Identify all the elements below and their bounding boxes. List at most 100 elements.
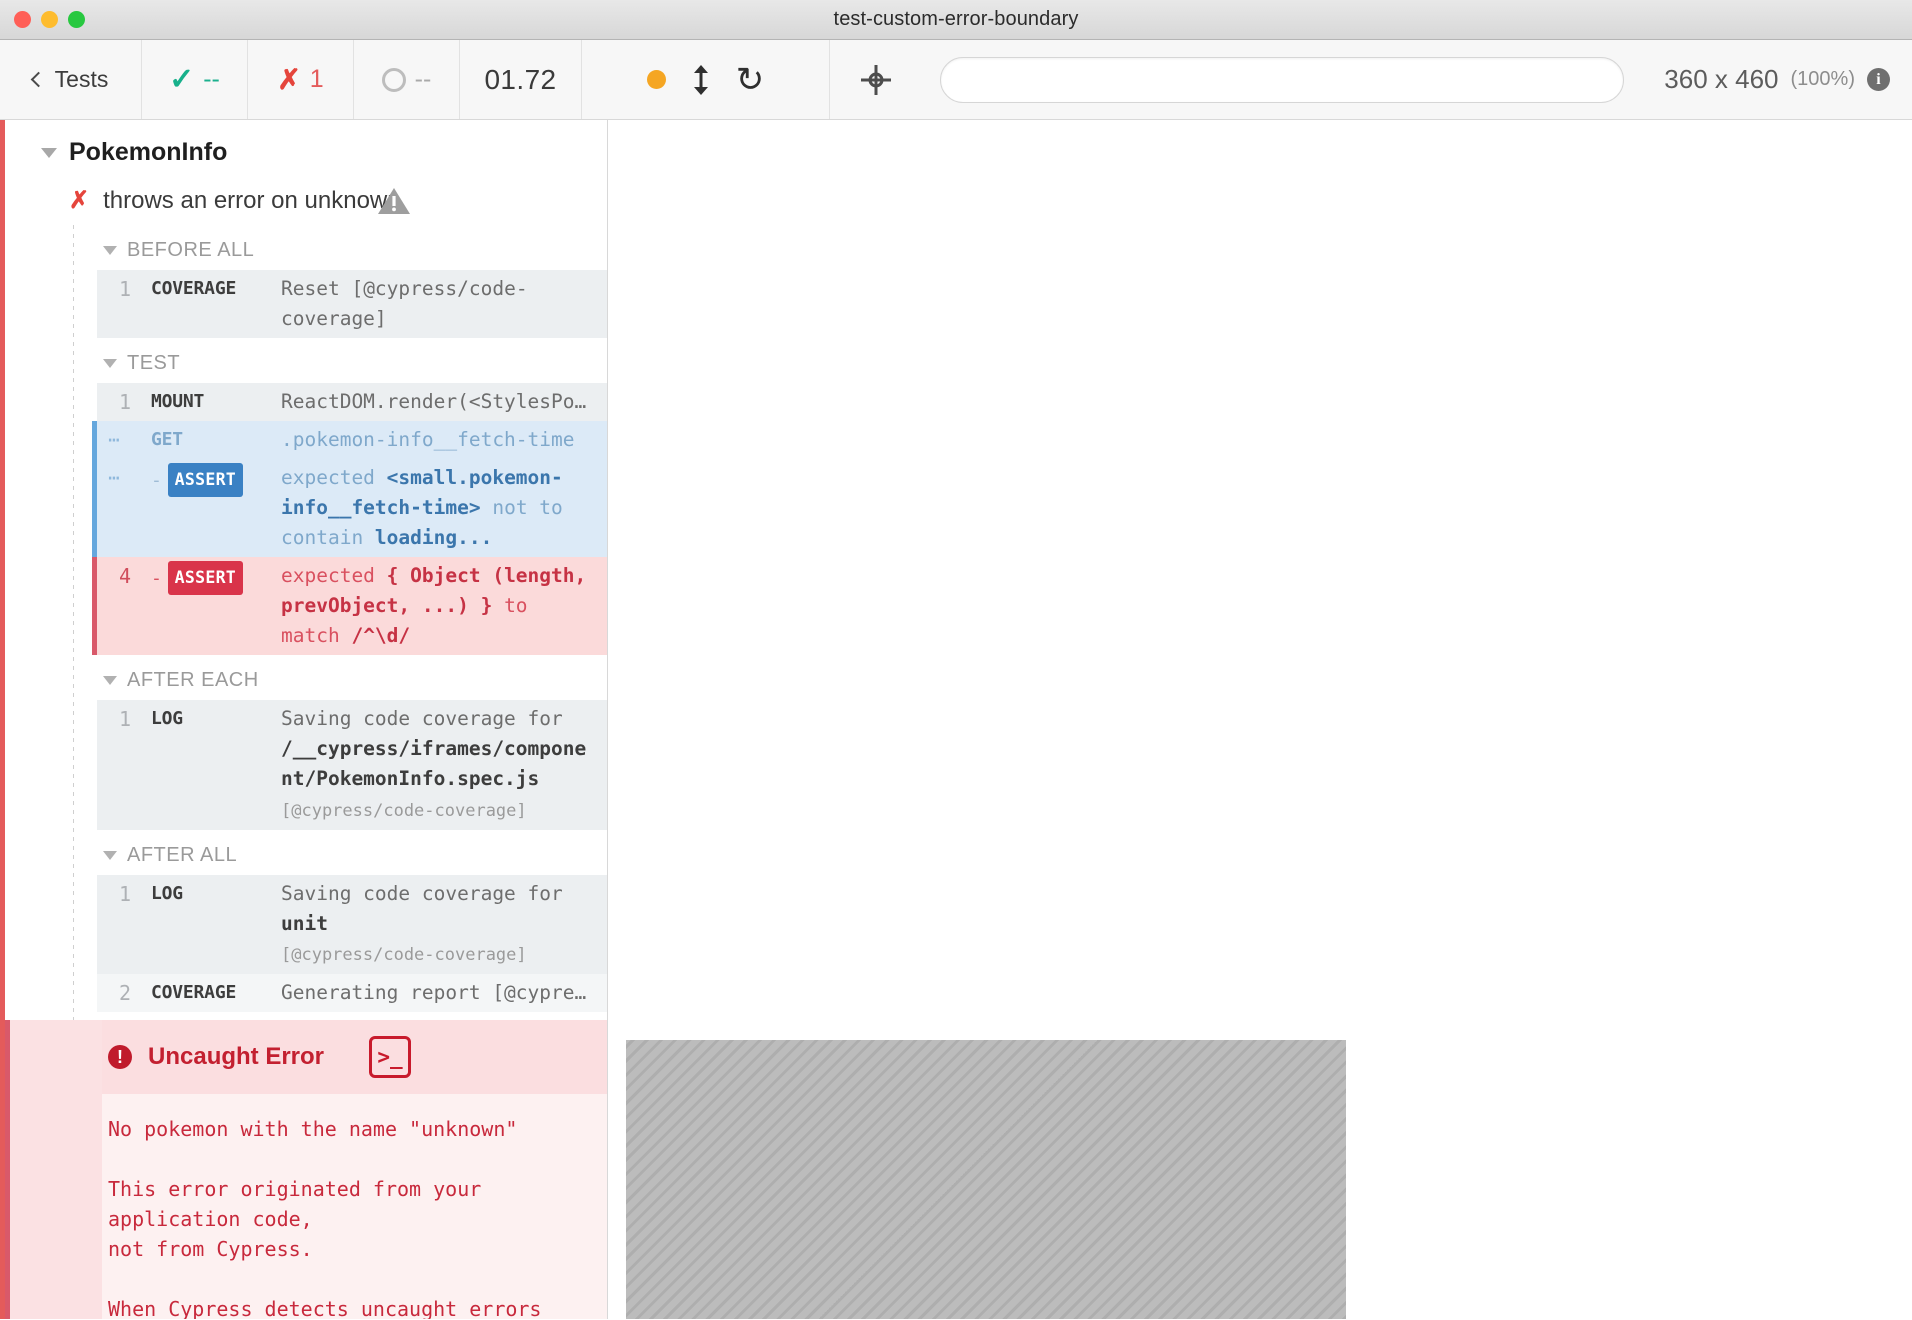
hook-test[interactable]: TEST — [97, 338, 607, 383]
error-circle-icon: ! — [108, 1045, 132, 1069]
window-title: test-custom-error-boundary — [833, 8, 1079, 30]
command-row[interactable]: 4 - ASSERT expected { Object (length, pre… — [92, 557, 607, 655]
command-message: Generating report [@cypress/code-co… — [281, 981, 607, 1004]
triangle-down-icon[interactable] — [103, 676, 117, 685]
command-message: .pokemon-info__fetch-time — [281, 428, 575, 451]
command-message-text: Reset — [281, 277, 352, 300]
test-header[interactable]: ✗ throws an error on unknown — [5, 177, 607, 225]
x-icon: ✗ — [69, 187, 90, 214]
command-method: MOUNT — [151, 391, 205, 412]
log-package: [@cypress/code-coverage] — [281, 945, 527, 965]
elapsed-timer: 01.72 — [460, 40, 582, 119]
selector-playground-button[interactable] — [830, 40, 922, 119]
log-path: /__cypress/iframes/component/PokemonInfo… — [281, 737, 587, 790]
assert-expected: loading... — [374, 526, 493, 549]
triangle-down-icon[interactable] — [103, 246, 117, 255]
nested-dash: - — [151, 470, 162, 491]
command-number: 1 — [118, 390, 131, 414]
test-reporter: PokemonInfo ✗ throws an error on unknown… — [0, 120, 607, 1319]
window-titlebar: test-custom-error-boundary — [0, 0, 1912, 40]
reporter-toolbar: Tests ✓ -- ✗ 1 -- 01.72 ↻ 360 x 460 (100… — [0, 40, 1912, 120]
triangle-down-icon[interactable] — [41, 147, 57, 158]
command-method: COVERAGE — [151, 278, 237, 299]
triangle-down-icon[interactable] — [103, 851, 117, 860]
log-text: Saving code coverage for — [281, 707, 563, 730]
triangle-down-icon[interactable] — [103, 359, 117, 368]
selector-input[interactable] — [940, 56, 1625, 103]
pending-count: -- — [414, 65, 432, 93]
command-message: Saving code coverage for unit [@cypress/… — [281, 879, 607, 970]
error-message: No pokemon with the name "unknown" This … — [102, 1094, 607, 1319]
hook-before-all[interactable]: BEFORE ALL — [97, 225, 607, 270]
back-to-tests-label: Tests — [54, 66, 109, 92]
app-iframe[interactable] — [626, 120, 1346, 1040]
crosshair-icon — [861, 64, 891, 95]
command-method: LOG — [151, 883, 183, 904]
assert-badge: ASSERT — [167, 463, 244, 497]
assert-prefix: expected — [281, 564, 387, 587]
spinner-icon: ⋯ — [108, 429, 120, 451]
log-text: Saving code coverage for — [281, 882, 563, 905]
command-message: expected <small.pokemon-info__fetch-time… — [281, 463, 607, 553]
nested-dash: - — [151, 568, 162, 589]
command-method: COVERAGE — [151, 982, 237, 1003]
reload-icon[interactable]: ↻ — [736, 63, 765, 97]
command-method: - ASSERT — [131, 463, 281, 497]
command-number: 1 — [118, 277, 131, 301]
command-row[interactable]: ⋯ GET .pokemon-info__fetch-time — [92, 421, 607, 459]
pending-stat[interactable]: -- — [354, 40, 460, 119]
assert-badge: ASSERT — [167, 561, 244, 595]
viewport-info: 360 x 460 (100%) i — [1642, 40, 1912, 119]
command-method: LOG — [151, 708, 183, 729]
x-icon: ✗ — [277, 63, 301, 95]
warning-triangle-icon[interactable] — [377, 186, 411, 216]
hook-label-text: BEFORE ALL — [127, 239, 255, 261]
command-number: 1 — [118, 882, 131, 906]
spinner-icon: ⋯ — [108, 467, 120, 489]
info-icon[interactable]: i — [1867, 68, 1890, 91]
viewport-size: 360 x 460 — [1664, 64, 1779, 94]
command-message: Saving code coverage for /__cypress/ifra… — [281, 704, 607, 826]
assert-prefix: expected — [281, 466, 387, 489]
terminal-icon[interactable]: >_ — [369, 1036, 411, 1078]
command-row[interactable]: 1 COVERAGE Reset [@cypress/code-coverage… — [97, 270, 607, 338]
back-to-tests-button[interactable]: Tests — [0, 40, 142, 119]
preview-right-pad — [1346, 120, 1912, 1319]
main-split: PokemonInfo ✗ throws an error on unknown… — [0, 120, 1912, 1319]
passed-stat[interactable]: ✓ -- — [142, 40, 248, 119]
preview-stage — [626, 120, 1346, 1319]
hook-label-text: TEST — [127, 352, 181, 374]
command-row[interactable]: ⋯ - ASSERT expected <small.pokemon-info__… — [92, 459, 607, 557]
hook-label-text: AFTER EACH — [127, 669, 259, 691]
command-method: GET — [151, 429, 183, 450]
failed-stat[interactable]: ✗ 1 — [248, 40, 354, 119]
command-list: BEFORE ALL 1 COVERAGE Reset [@cypress/co… — [5, 225, 607, 1319]
arrows-up-down-icon[interactable] — [692, 64, 710, 95]
log-package: [@cypress/code-coverage] — [281, 801, 527, 821]
hook-after-all[interactable]: AFTER ALL — [97, 830, 607, 875]
command-row[interactable]: 2 COVERAGE Generating report [@cypress/c… — [97, 974, 607, 1012]
passed-count: -- — [203, 65, 220, 93]
circle-icon — [381, 67, 406, 92]
failed-count: 1 — [309, 65, 324, 93]
selector-input-wrap — [922, 40, 1642, 119]
log-target: unit — [281, 912, 328, 935]
command-message: Reset [@cypress/code-coverage] — [281, 274, 607, 334]
command-row[interactable]: 1 MOUNT ReactDOM.render(<StylesPokemonIn… — [97, 383, 607, 421]
chevron-left-icon — [30, 71, 46, 88]
suite-header[interactable]: PokemonInfo — [5, 120, 607, 177]
preview-left-gutter — [608, 120, 626, 1319]
command-message: expected { Object (length, prevObject, .… — [281, 561, 607, 651]
amber-dot-icon — [646, 70, 666, 89]
hook-after-each[interactable]: AFTER EACH — [97, 655, 607, 700]
command-number: 2 — [118, 981, 131, 1005]
command-row[interactable]: 1 LOG Saving code coverage for unit [@cy… — [97, 875, 607, 974]
hook-label-text: AFTER ALL — [127, 844, 238, 866]
error-block: ! Uncaught Error >_ No pokemon with the … — [5, 1020, 607, 1319]
command-row[interactable]: 1 LOG Saving code coverage for /__cypres… — [97, 700, 607, 830]
app-preview-panel — [607, 120, 1912, 1319]
run-controls: ↻ — [582, 40, 830, 119]
error-header: ! Uncaught Error >_ — [102, 1020, 607, 1094]
suite-title: PokemonInfo — [69, 138, 228, 166]
check-icon: ✓ — [169, 62, 195, 96]
